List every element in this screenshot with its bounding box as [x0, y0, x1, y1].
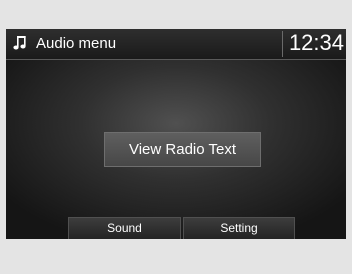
- audio-screen: Audio menu 12:34 View Radio Text Sound S…: [6, 29, 346, 239]
- setting-button[interactable]: Setting: [183, 217, 295, 239]
- header-bar: Audio menu 12:34: [6, 29, 346, 60]
- clock: 12:34: [288, 30, 344, 55]
- music-note-icon: [13, 36, 26, 50]
- page-title: Audio menu: [36, 35, 117, 52]
- view-radio-text-button[interactable]: View Radio Text: [104, 132, 261, 167]
- clock-divider: [282, 31, 283, 57]
- sound-button[interactable]: Sound: [68, 217, 181, 239]
